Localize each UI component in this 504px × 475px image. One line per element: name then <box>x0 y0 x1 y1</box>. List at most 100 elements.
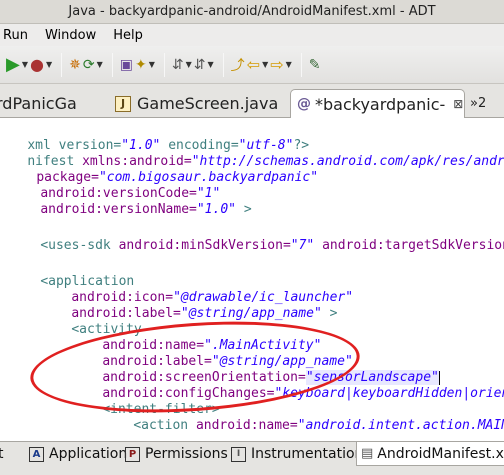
code-token: "android.intent.action.MAIN" <box>297 418 504 433</box>
nav-dropdown-icon[interactable]: ▼ <box>186 60 192 69</box>
application-icon: A <box>29 446 44 462</box>
code-token: > <box>321 306 338 321</box>
last-edit-button[interactable]: ⤴ <box>231 54 245 76</box>
run-button[interactable]: ▶ ▼ <box>6 54 28 76</box>
refresh-icon: ⟳ <box>82 56 95 73</box>
code-line: xml version="1.0" encoding="utf-8"?> <box>0 122 309 153</box>
tab-label: Application <box>49 446 128 462</box>
code-token: > <box>236 202 252 217</box>
code-line: package="com.bigosaur.backyardpanic" <box>5 154 318 185</box>
code-line: android:versionName="1.0" > <box>9 186 251 217</box>
tab-permissions[interactable]: P Permissions <box>122 442 231 466</box>
code-line: android:icon="@drawable/ic_launcher" <box>40 274 353 305</box>
tab-label: Instrumentation <box>251 446 364 462</box>
tab-manifest-overview[interactable]: t <box>0 442 22 466</box>
nav2-icon: ⇵ <box>193 56 206 73</box>
back-button[interactable]: ⇦ ▼ <box>247 54 269 76</box>
wand-button[interactable]: ✦ ▼ <box>135 54 155 76</box>
edit-button[interactable]: ✎ <box>309 54 321 76</box>
code-line: nifest xmlns:android="http://schemas.and… <box>0 138 504 169</box>
code-line: android:versionCode="1" <box>9 170 220 201</box>
code-editor[interactable]: xml version="1.0" encoding="utf-8"?> nif… <box>0 119 504 444</box>
code-token: "7" <box>290 238 315 253</box>
package-icon: ▣ <box>119 56 133 73</box>
debug-dropdown-icon[interactable]: ▼ <box>46 60 52 69</box>
code-line: <application <box>9 258 134 289</box>
menu-run[interactable]: Run <box>3 28 28 43</box>
tab-android-manifest-xml[interactable]: ▤ AndroidManifest.xml <box>356 442 504 466</box>
code-line: android:label="@string/app_name" > <box>40 290 337 321</box>
nav2-button[interactable]: ⇵ ▼ <box>194 54 214 76</box>
forward-icon: ⇨ <box>270 55 284 74</box>
menu-help[interactable]: Help <box>113 28 143 43</box>
wand-dropdown-icon[interactable]: ▼ <box>149 60 155 69</box>
tab-edge: t <box>0 446 4 462</box>
toolbar-separator <box>61 52 63 77</box>
code-token: <action <box>133 418 196 433</box>
xml-file-icon: @ <box>297 96 311 112</box>
toolbar-separator <box>111 52 113 77</box>
code-token: android:targetSdkVersion= <box>314 238 504 253</box>
permissions-icon: P <box>125 446 140 462</box>
code-line: android:label="@string/app_name" <box>71 338 352 369</box>
toolbar-separator <box>300 52 302 77</box>
refresh-dropdown-icon[interactable]: ▼ <box>97 60 103 69</box>
tab-application[interactable]: A Application <box>26 442 130 466</box>
code-token: <uses-sdk <box>40 238 119 253</box>
tab-label: GameScreen.java <box>137 94 279 113</box>
tab-overflow-label: »2 <box>470 96 487 111</box>
tab-game-screen[interactable]: J GameScreen.java <box>115 89 278 118</box>
code-token: "1.0" <box>196 202 236 217</box>
java-file-icon: J <box>115 95 131 112</box>
code-line: android:configChanges="keyboard|keyboard… <box>71 370 504 401</box>
tab-label: Permissions <box>145 446 228 462</box>
debug-icon: ● <box>30 55 44 74</box>
tab-android-manifest[interactable]: @ *backyardpanic- ⊠ <box>290 89 465 118</box>
code-line: android:name=".MainActivity" <box>71 322 321 353</box>
editor-tab-bar: rdPanicGa J GameScreen.java @ *backyardp… <box>0 84 504 118</box>
forward-button[interactable]: ⇨ ▼ <box>270 54 292 76</box>
package-button[interactable]: ▣ <box>120 54 133 76</box>
code-line: android:screenOrientation="sensorLandsca… <box>71 354 440 385</box>
code-token: "keyboard|keyboardHidden|orientation" <box>274 386 504 401</box>
forward-dropdown-icon[interactable]: ▼ <box>286 60 292 69</box>
menu-window[interactable]: Window <box>45 28 96 43</box>
new-icon: ✵ <box>69 56 81 73</box>
debug-button[interactable]: ● ▼ <box>30 54 52 76</box>
refresh-button[interactable]: ⟳ ▼ <box>83 54 103 76</box>
tab-overflow[interactable]: »2 <box>470 89 486 118</box>
back-icon: ⇦ <box>246 55 261 74</box>
back-dropdown-icon[interactable]: ▼ <box>262 60 268 69</box>
code-token: "@string/app_name" <box>180 306 322 321</box>
instrumentation-icon: I <box>231 446 246 462</box>
tab-panic-game[interactable]: rdPanicGa <box>0 89 77 118</box>
menu-bar: Run Window Help <box>0 24 504 46</box>
run-icon: ▶ <box>6 54 20 75</box>
edit-icon: ✎ <box>308 56 321 73</box>
code-line: <intent-filter> <box>71 386 219 417</box>
code-token: android:versionName= <box>40 202 197 217</box>
xml-file-icon: ▤ <box>361 446 374 461</box>
tab-label: *backyardpanic- <box>315 94 446 114</box>
toolbar: ▶ ▼ ● ▼ ✵ ⟳ ▼ ▣ ✦ ▼ ⇵ ▼ ⇵ ▼ ⤴ ⇦ ▼ ⇨ ▼ ✎ <box>0 46 504 84</box>
run-dropdown-icon[interactable]: ▼ <box>22 60 28 69</box>
close-icon[interactable]: ⊠ <box>453 97 463 111</box>
last-edit-icon: ⤴ <box>230 57 245 74</box>
wand-icon: ✦ <box>134 56 147 73</box>
code-token: android:name= <box>195 418 298 433</box>
code-line: <activity <box>40 306 141 337</box>
tab-label: rdPanicGa <box>0 94 77 113</box>
new-button[interactable]: ✵ <box>69 54 81 76</box>
manifest-tab-bar: t A Application P Permissions I Instrume… <box>0 441 504 475</box>
tab-instrumentation[interactable]: I Instrumentation <box>228 442 366 466</box>
tab-label: AndroidManifest.xml <box>377 445 504 462</box>
code-line: <uses-sdk android:minSdkVersion="7" andr… <box>9 222 504 253</box>
window-title: Java - backyardpanic-android/AndroidMani… <box>0 0 504 24</box>
toolbar-separator <box>163 52 165 77</box>
nav-icon: ⇵ <box>171 56 184 73</box>
nav-button[interactable]: ⇵ ▼ <box>172 54 192 76</box>
toolbar-separator <box>222 52 224 77</box>
code-token: android:minSdkVersion= <box>118 238 291 253</box>
code-line: <action android:name="android.intent.act… <box>102 402 504 433</box>
nav2-dropdown-icon[interactable]: ▼ <box>208 60 214 69</box>
